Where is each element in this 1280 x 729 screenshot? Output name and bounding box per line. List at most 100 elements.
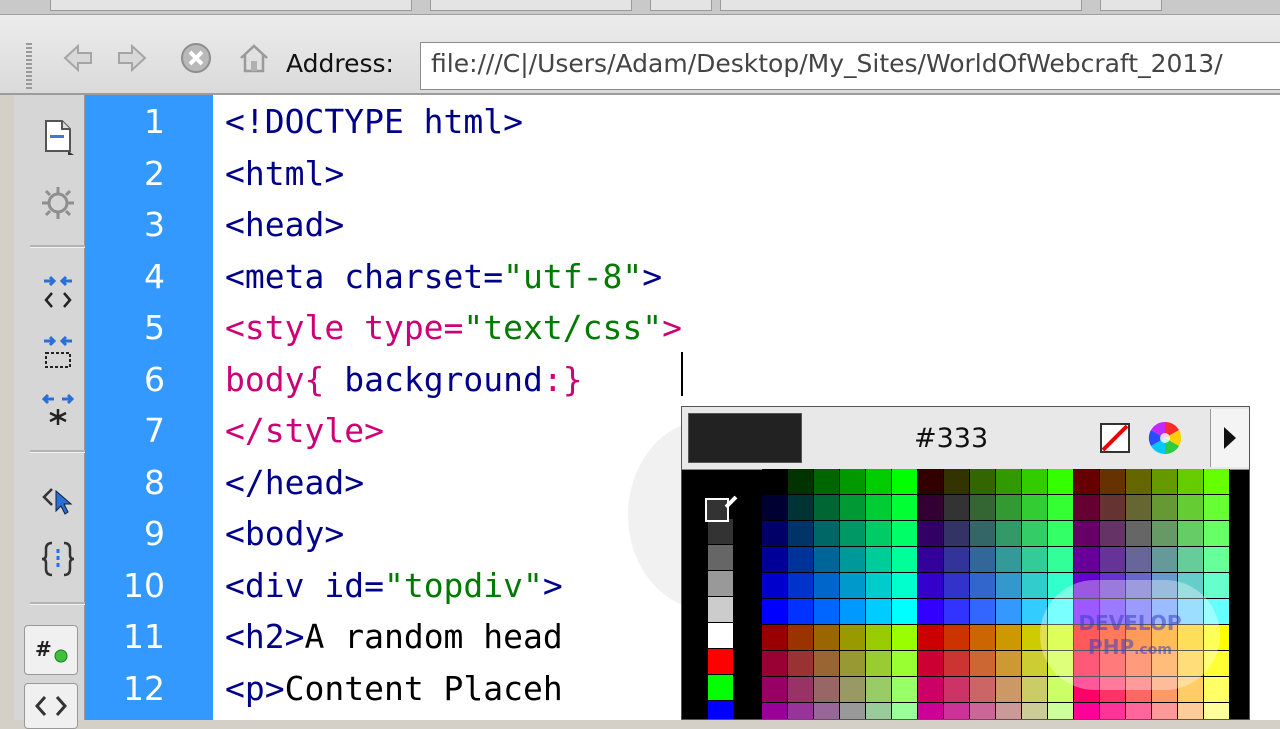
color-swatch[interactable] (762, 573, 788, 599)
color-swatch[interactable] (944, 469, 970, 495)
color-swatch[interactable] (996, 651, 1022, 677)
color-swatch[interactable] (1126, 469, 1152, 495)
color-swatch[interactable] (762, 469, 788, 495)
color-swatch[interactable] (892, 625, 918, 651)
color-swatch[interactable] (918, 703, 944, 719)
color-swatch[interactable] (788, 521, 814, 547)
color-swatch[interactable] (892, 573, 918, 599)
color-swatch[interactable] (1204, 469, 1230, 495)
color-swatch[interactable] (944, 573, 970, 599)
color-swatch[interactable] (918, 495, 944, 521)
color-swatch[interactable] (1152, 495, 1178, 521)
color-swatch[interactable] (944, 547, 970, 573)
color-swatch[interactable] (944, 651, 970, 677)
settings-icon[interactable] (36, 181, 80, 225)
color-swatch[interactable] (840, 547, 866, 573)
color-swatch[interactable] (996, 469, 1022, 495)
color-swatch[interactable] (814, 677, 840, 703)
color-swatch[interactable] (762, 677, 788, 703)
color-swatch[interactable] (1152, 469, 1178, 495)
color-swatch[interactable] (1178, 521, 1204, 547)
color-swatch[interactable] (892, 677, 918, 703)
color-swatch[interactable] (762, 625, 788, 651)
color-swatch[interactable] (918, 599, 944, 625)
color-swatch[interactable] (918, 521, 944, 547)
color-swatch[interactable] (944, 703, 970, 719)
code-line[interactable]: <meta charset="utf-8"> (225, 257, 662, 296)
color-swatch[interactable] (762, 521, 788, 547)
color-swatch[interactable] (996, 521, 1022, 547)
color-swatch[interactable] (1152, 521, 1178, 547)
toolbar-grip[interactable] (26, 43, 32, 89)
color-swatch[interactable] (996, 547, 1022, 573)
color-swatch[interactable] (918, 625, 944, 651)
color-swatch[interactable] (762, 599, 788, 625)
color-swatch[interactable] (762, 547, 788, 573)
color-swatch[interactable] (1178, 703, 1204, 719)
color-swatch[interactable] (840, 599, 866, 625)
color-swatch[interactable] (970, 547, 996, 573)
color-swatch[interactable] (892, 703, 918, 719)
line-number-gutter[interactable]: 1 2 3 4 5 6 7 8 9 10 11 12 (85, 95, 213, 720)
color-swatch[interactable] (1126, 703, 1152, 719)
color-swatch[interactable] (762, 651, 788, 677)
color-swatch[interactable] (970, 599, 996, 625)
color-swatch[interactable] (970, 469, 996, 495)
color-swatch[interactable] (944, 625, 970, 651)
color-swatch[interactable] (1022, 703, 1048, 719)
color-swatch[interactable] (1074, 521, 1100, 547)
color-swatch[interactable] (1022, 495, 1048, 521)
color-swatch[interactable] (1126, 521, 1152, 547)
color-swatch[interactable] (788, 599, 814, 625)
color-swatch[interactable] (1204, 521, 1230, 547)
address-input[interactable]: file:///C|/Users/Adam/Desktop/My_Sites/W… (420, 42, 1280, 90)
color-swatch[interactable] (708, 649, 734, 675)
color-swatch[interactable] (892, 547, 918, 573)
color-swatch[interactable] (1100, 547, 1126, 573)
color-swatch[interactable] (1074, 703, 1100, 719)
color-swatch[interactable] (1048, 547, 1074, 573)
color-swatch[interactable] (970, 625, 996, 651)
code-line[interactable]: <div id="topdiv"> (225, 566, 563, 605)
color-swatch[interactable] (1204, 703, 1230, 719)
forward-arrow-icon[interactable] (112, 38, 152, 78)
color-swatch[interactable] (866, 573, 892, 599)
color-swatch[interactable] (1074, 547, 1100, 573)
code-line[interactable]: </style> (225, 411, 384, 450)
code-icon[interactable] (24, 683, 78, 729)
color-swatch[interactable] (970, 703, 996, 719)
color-swatch[interactable] (1178, 547, 1204, 573)
color-swatch[interactable] (866, 547, 892, 573)
color-swatch[interactable] (996, 625, 1022, 651)
collapse-tag-icon[interactable] (36, 271, 80, 315)
color-wheel-icon[interactable] (1146, 419, 1184, 457)
color-swatch[interactable] (788, 703, 814, 719)
color-swatch[interactable] (996, 677, 1022, 703)
color-swatch[interactable] (892, 521, 918, 547)
color-swatch[interactable] (1204, 547, 1230, 573)
color-swatch[interactable] (1048, 703, 1074, 719)
line-numbers-icon[interactable]: # (24, 625, 78, 675)
code-line[interactable]: body{ background:} (225, 360, 583, 399)
color-swatch[interactable] (1204, 495, 1230, 521)
color-swatch[interactable] (1022, 547, 1048, 573)
color-swatch[interactable] (918, 651, 944, 677)
expand-all-icon[interactable] (36, 389, 80, 433)
color-swatch[interactable] (708, 597, 734, 623)
color-swatch[interactable] (788, 677, 814, 703)
color-swatch[interactable] (1074, 469, 1100, 495)
color-swatch[interactable] (866, 469, 892, 495)
document-icon[interactable] (36, 115, 80, 159)
color-swatch[interactable] (762, 495, 788, 521)
color-swatch[interactable] (788, 495, 814, 521)
color-swatch[interactable] (1048, 469, 1074, 495)
color-swatch[interactable] (840, 469, 866, 495)
color-swatch[interactable] (996, 573, 1022, 599)
color-swatch[interactable] (866, 677, 892, 703)
color-swatch[interactable] (1204, 677, 1230, 703)
color-swatch[interactable] (996, 495, 1022, 521)
color-swatch[interactable] (814, 625, 840, 651)
color-swatch[interactable] (1022, 573, 1048, 599)
color-swatch[interactable] (788, 469, 814, 495)
color-swatch[interactable] (1100, 469, 1126, 495)
